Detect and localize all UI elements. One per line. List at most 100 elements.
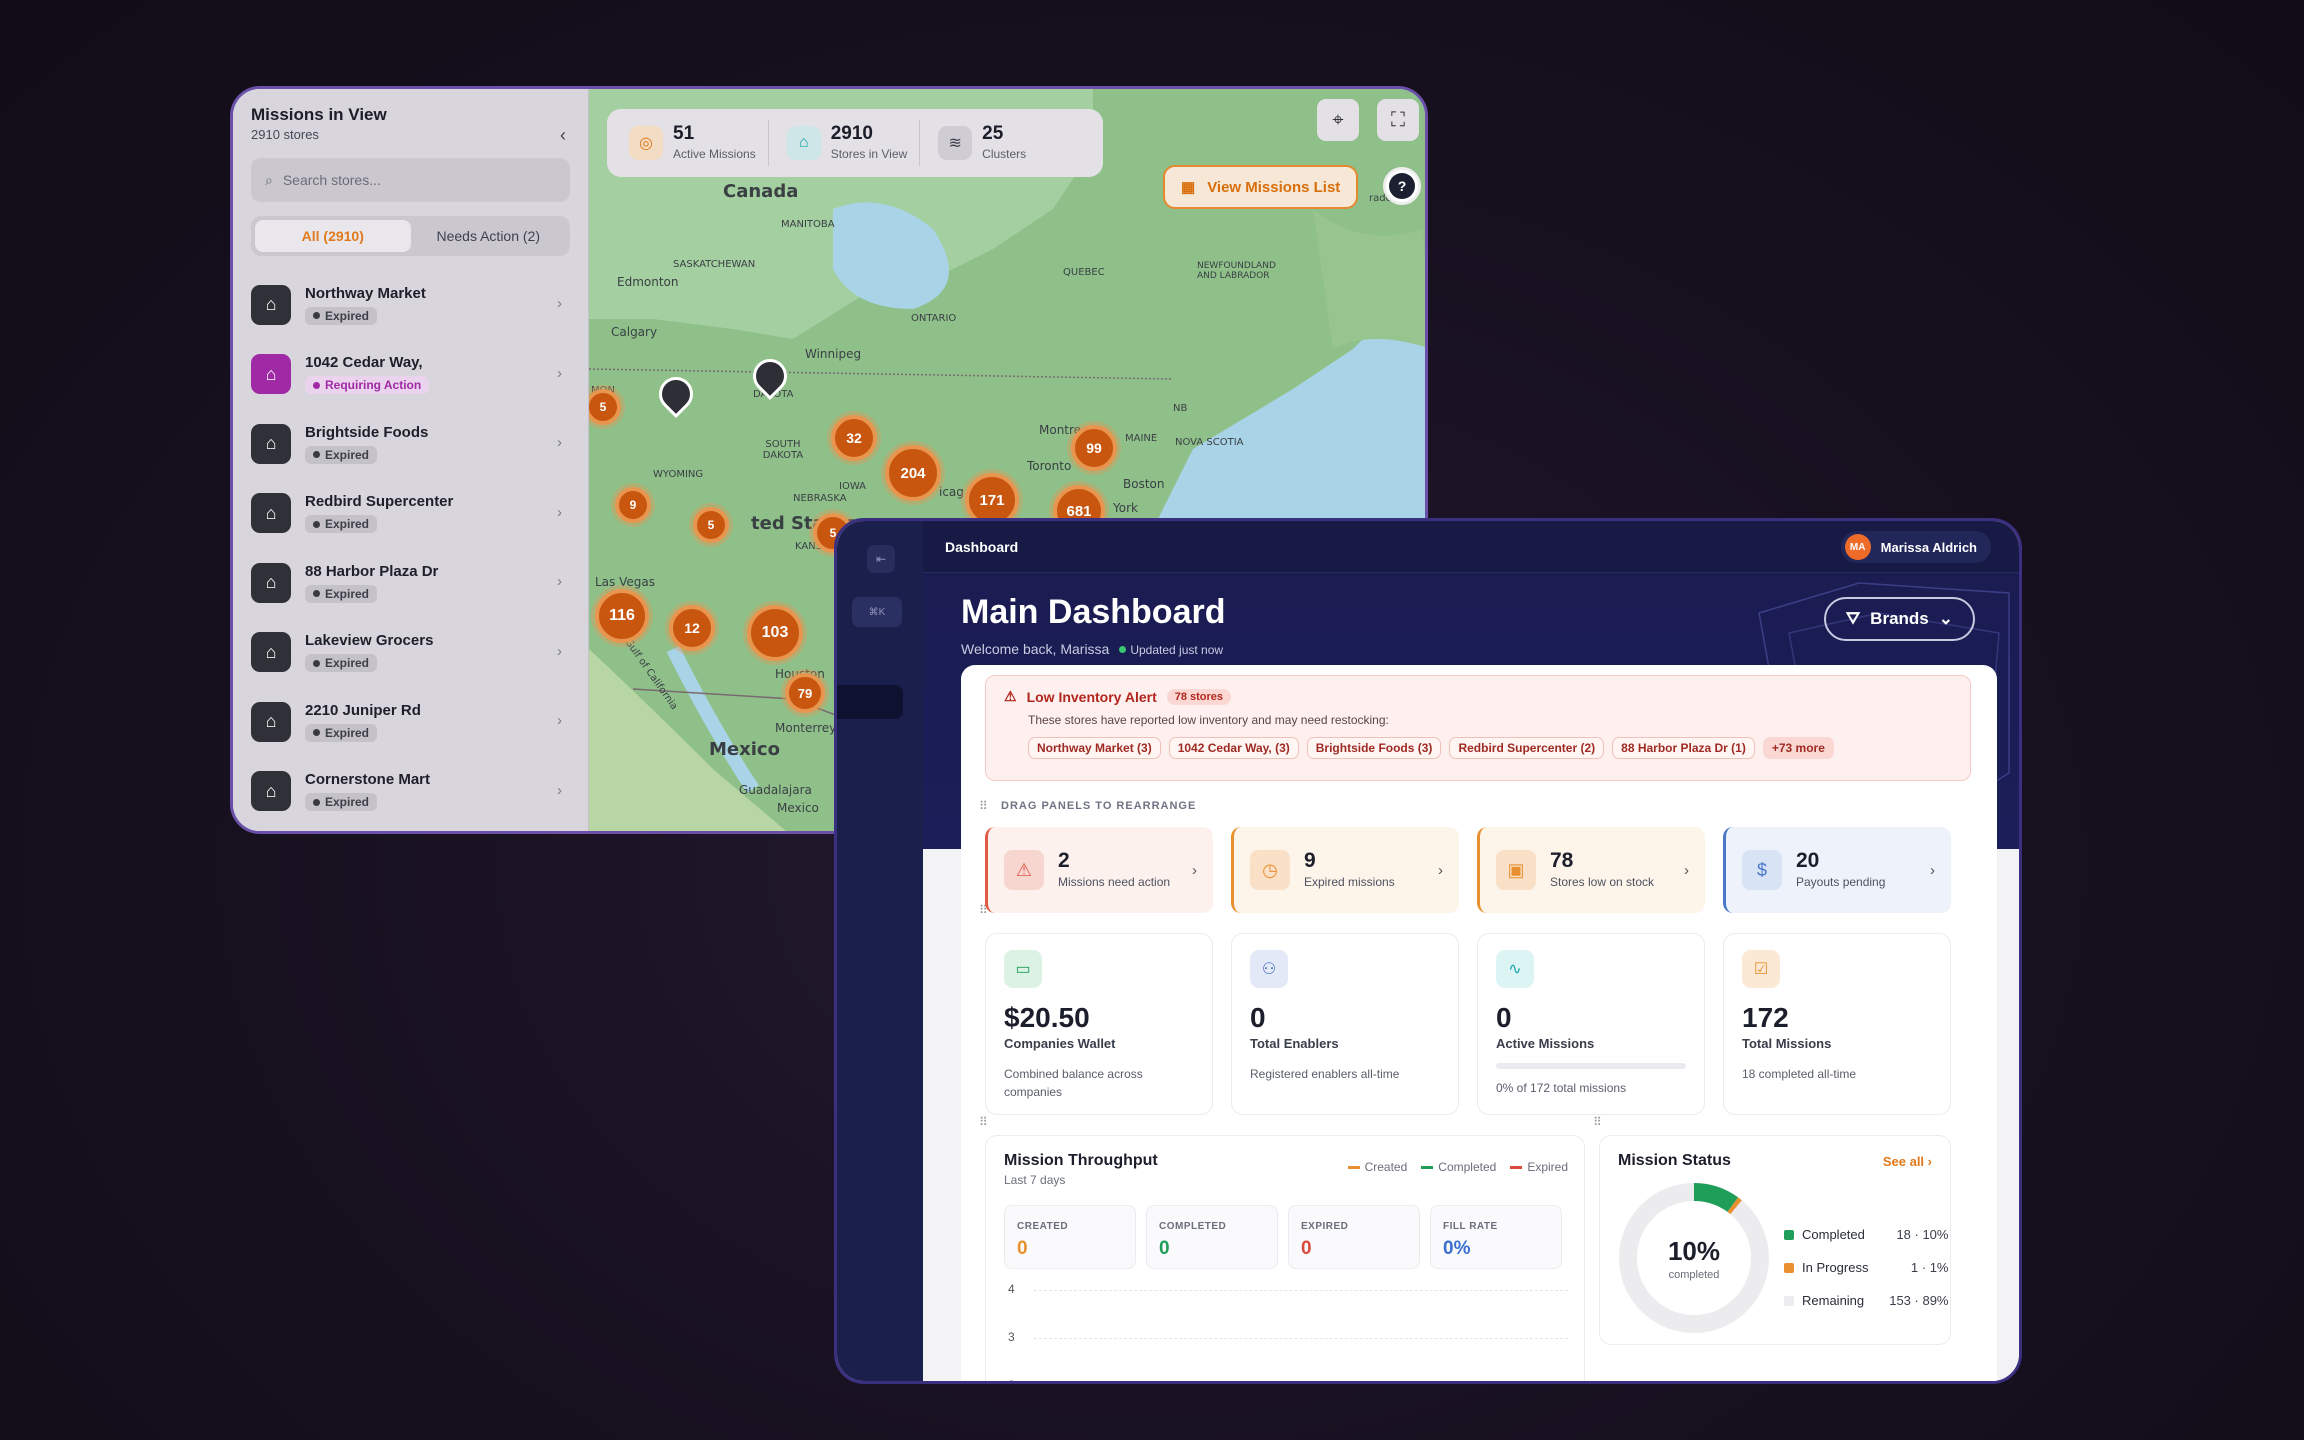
- more-stores-chip[interactable]: +73 more: [1762, 737, 1834, 759]
- map-label: Guadalajara: [739, 783, 812, 797]
- chevron-right-icon: ›: [557, 295, 562, 312]
- map-label: Edmonton: [617, 275, 679, 289]
- chevron-down-icon: ⌄: [1938, 609, 1953, 628]
- activity-icon: ∿: [1496, 950, 1534, 988]
- help-button[interactable]: ?: [1383, 167, 1421, 205]
- alert-description: These stores have reported low inventory…: [1028, 713, 1389, 727]
- dashboard-window: ⇤ ⌘K Dashboard MA Marissa Aldrich Main D…: [834, 518, 2022, 1384]
- chevron-left-icon[interactable]: ‹: [560, 125, 566, 146]
- map-stats-bar: ◎ 51 Active Missions ⌂ 2910 Stores in View…: [607, 109, 1103, 177]
- locate-icon[interactable]: ⌖: [1317, 99, 1359, 141]
- map-label: SOUTH DAKOTA: [762, 439, 804, 461]
- map-cluster[interactable]: 5: [585, 389, 621, 425]
- map-cluster[interactable]: 204: [885, 445, 941, 501]
- metric-total-enablers: ⚇ 0 Total Enablers Registered enablers a…: [1231, 933, 1459, 1115]
- chevron-right-icon: ›: [557, 364, 562, 382]
- store-list-item[interactable]: ⌂ 1042 Cedar Way, Requiring Action ›: [251, 340, 570, 410]
- check-square-icon: ☑: [1742, 950, 1780, 988]
- status-badge: Expired: [305, 654, 378, 673]
- store-chip[interactable]: 1042 Cedar Way, (3): [1168, 737, 1299, 759]
- store-list-item[interactable]: ⌂ Lakeview Grocers Expired ›: [251, 618, 570, 688]
- store-list-item[interactable]: ⌂ 88 Harbor Plaza Dr Expired ›: [251, 548, 570, 618]
- brands-filter-button[interactable]: ⛛ Brands ⌄: [1823, 597, 1975, 641]
- map-label: IOWA: [839, 481, 867, 492]
- stat-expired: EXPIRED 0: [1288, 1205, 1420, 1269]
- stat-created: CREATED 0: [1004, 1205, 1136, 1269]
- map-cluster[interactable]: 9: [615, 487, 651, 523]
- filter-icon: ⛛: [1845, 609, 1861, 628]
- chevron-right-icon: ›: [557, 503, 562, 521]
- welcome-text: Welcome back, Marissa Updated just now: [961, 641, 1224, 657]
- alert-count-badge: 78 stores: [1166, 688, 1232, 705]
- drag-handle-icon[interactable]: ⠿: [979, 1115, 988, 1129]
- map-label: NEWFOUNDLAND AND LABRADOR: [1197, 261, 1276, 281]
- throughput-chart: 4 3 2: [1008, 1282, 1568, 1381]
- page-title: Main Dashboard: [961, 593, 1226, 631]
- mission-status-panel: Mission Status See all › 10% completed C…: [1599, 1135, 1951, 1345]
- map-cluster[interactable]: 12: [669, 605, 715, 651]
- map-cluster[interactable]: 32: [831, 415, 877, 461]
- status-badge: Expired: [305, 793, 378, 812]
- throughput-stats: CREATED 0 COMPLETED 0 EXPIRED 0 FILL RATE 0%: [1004, 1205, 1566, 1269]
- status-badge: Expired: [305, 584, 378, 603]
- metric-total-missions: ☑ 172 Total Missions 18 completed all-ti…: [1723, 933, 1951, 1115]
- kpi-expired-missions[interactable]: ◷ 9 Expired missions ›: [1231, 827, 1459, 913]
- kpi-payouts-pending[interactable]: $ 20 Payouts pending ›: [1723, 827, 1951, 913]
- store-chip[interactable]: 88 Harbor Plaza Dr (1): [1612, 737, 1755, 759]
- store-chip[interactable]: Redbird Supercenter (2): [1449, 737, 1605, 759]
- store-list-item[interactable]: ⌂ Redbird Supercenter Expired ›: [251, 479, 570, 549]
- chevron-right-icon: ›: [557, 642, 562, 660]
- legend-expired: Expired: [1510, 1160, 1568, 1174]
- see-all-link[interactable]: See all ›: [1883, 1154, 1932, 1169]
- sidebar: ⇤ ⌘K: [837, 521, 923, 1381]
- fullscreen-icon[interactable]: ⛶: [1377, 99, 1419, 141]
- sidebar-item-active[interactable]: [837, 685, 903, 719]
- store-list-item[interactable]: ⌂ Northway Market Expired ›: [251, 270, 570, 340]
- clock-icon: ◷: [1250, 850, 1290, 890]
- command-shortcut[interactable]: ⌘K: [852, 597, 902, 627]
- map-label: Calgary: [611, 325, 658, 339]
- breadcrumb[interactable]: Dashboard: [945, 539, 1018, 555]
- collapse-sidebar-icon[interactable]: ⇤: [867, 545, 895, 573]
- missions-panel: Missions in View 2910 stores ‹ ⌕ Search …: [233, 89, 589, 831]
- kpi-stores-low-stock[interactable]: ▣ 78 Stores low on stock ›: [1477, 827, 1705, 913]
- user-menu[interactable]: MA Marissa Aldrich: [1840, 531, 1991, 563]
- chevron-right-icon: ›: [1930, 861, 1935, 879]
- progress-bar: [1496, 1063, 1686, 1069]
- map-label: MAINE: [1125, 433, 1158, 444]
- tab-all[interactable]: All (2910): [255, 220, 411, 252]
- store-list-item[interactable]: ⌂ 2210 Juniper Rd Expired ›: [251, 687, 570, 757]
- map-cluster[interactable]: 116: [595, 589, 649, 643]
- stat-fill-rate: FILL RATE 0%: [1430, 1205, 1562, 1269]
- store-chip[interactable]: Brightside Foods (3): [1306, 737, 1442, 759]
- status-legend: Completed 18 · 10% In Progress 1 · 1% Rema…: [1784, 1218, 1948, 1317]
- store-name: 1042 Cedar Way,: [305, 354, 423, 372]
- search-input[interactable]: ⌕ Search stores...: [251, 158, 570, 202]
- alert-store-chips: Northway Market (3) 1042 Cedar Way, (3) …: [1028, 737, 1952, 759]
- store-icon: ⌂: [251, 423, 291, 464]
- filter-tabs: All (2910) Needs Action (2): [251, 216, 570, 256]
- view-missions-list-button[interactable]: ▦ View Missions List: [1163, 165, 1359, 209]
- store-list-item[interactable]: ⌂ Cornerstone Mart Expired ›: [251, 757, 570, 827]
- kpi-missions-need-action[interactable]: ⚠ 2 Missions need action ›: [985, 827, 1213, 913]
- map-label: Canada: [723, 181, 799, 202]
- map-cluster[interactable]: 103: [747, 605, 803, 661]
- y-tick-label: 3: [1008, 1330, 1015, 1344]
- map-cluster[interactable]: 99: [1071, 425, 1117, 471]
- map-label: QUEBEC: [1063, 267, 1105, 278]
- search-icon: ⌕: [265, 171, 273, 188]
- metric-active-missions: ∿ 0 Active Missions 0% of 172 total miss…: [1477, 933, 1705, 1115]
- drag-handle-icon[interactable]: ⠿: [979, 799, 988, 813]
- store-chip[interactable]: Northway Market (3): [1028, 737, 1161, 759]
- tab-needs-action[interactable]: Needs Action (2): [411, 220, 567, 252]
- dollar-icon: $: [1742, 850, 1782, 890]
- target-icon: ◎: [629, 126, 663, 160]
- mission-throughput-panel: Mission Throughput Last 7 days Created C…: [985, 1135, 1585, 1381]
- metric-companies-wallet: ▭ $20.50 Companies Wallet Combined balan…: [985, 933, 1213, 1115]
- stat-stores-in-view: ⌂ 2910 Stores in View: [775, 120, 921, 166]
- store-list-item[interactable]: ⌂ Brightside Foods Expired ›: [251, 409, 570, 479]
- drag-handle-icon[interactable]: ⠿: [1593, 1115, 1602, 1129]
- map-cluster[interactable]: 5: [693, 507, 729, 543]
- chevron-right-icon: ›: [557, 573, 562, 590]
- map-cluster[interactable]: 79: [785, 673, 825, 713]
